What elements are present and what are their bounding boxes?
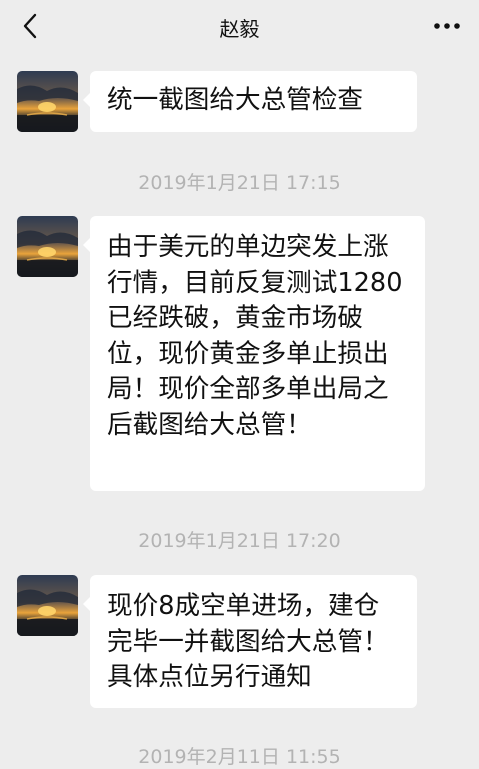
more-button[interactable] [431, 14, 463, 38]
message-bubble[interactable]: 由于美元的单边突发上涨行情，目前反复测试1280已经跌破，黄金市场破位，现价黄金… [83, 216, 425, 491]
chat-message-list[interactable]: 统一截图给大总管检查 2019年1月21日 17:15 由于美元的单边突发上涨行… [0, 52, 479, 768]
avatar[interactable] [17, 71, 78, 132]
message-text: 统一截图给大总管检查 [107, 85, 363, 115]
message-text: 由于美元的单边突发上涨行情，目前反复测试1280已经跌破，黄金市场破位，现价黄金… [107, 232, 403, 440]
sunset-avatar-icon [17, 575, 78, 636]
top-nav-bar: 赵毅 [0, 0, 479, 52]
message-timestamp: 2019年2月11日 11:55 [138, 746, 341, 768]
chat-title: 赵毅 [219, 17, 260, 41]
more-dots-icon [434, 23, 460, 29]
avatar[interactable] [17, 575, 78, 636]
avatar[interactable] [17, 216, 78, 277]
sunset-avatar-icon [17, 216, 78, 277]
message-timestamp: 2019年1月21日 17:20 [138, 530, 341, 552]
message-timestamp: 2019年1月21日 17:15 [138, 172, 341, 194]
sunset-avatar-icon [17, 71, 78, 132]
message-bubble[interactable]: 统一截图给大总管检查 [83, 71, 417, 132]
message-bubble[interactable]: 现价8成空单进场，建仓完毕一并截图给大总管！具体点位另行通知 [83, 575, 417, 708]
message-text: 现价8成空单进场，建仓完毕一并截图给大总管！具体点位另行通知 [107, 591, 389, 692]
